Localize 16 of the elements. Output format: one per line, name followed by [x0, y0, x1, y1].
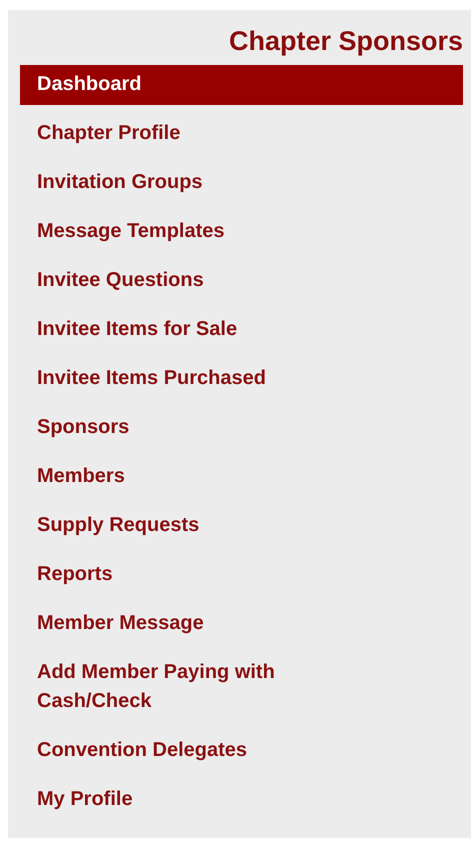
sidebar-item[interactable]: Invitee Items for Sale [20, 305, 463, 354]
sidebar-item[interactable]: My Profile [20, 775, 463, 824]
sidebar-item[interactable]: Invitation Groups [20, 158, 463, 207]
sidebar-item[interactable]: Invitee Questions [20, 256, 463, 305]
sidebar-item[interactable]: Message Templates [20, 207, 463, 256]
sidebar-item[interactable]: Members [20, 452, 463, 501]
sidebar-item[interactable]: Dashboard [20, 65, 463, 105]
sidebar-item[interactable]: Member Message [20, 599, 463, 648]
sidebar-item[interactable]: Supply Requests [20, 501, 463, 550]
sidebar-item[interactable]: Sponsors [20, 403, 463, 452]
sidebar-item[interactable]: Invitee Items Purchased [20, 354, 463, 403]
sidebar-title: Chapter Sponsors [228, 26, 463, 57]
sidebar-item[interactable]: Add Member Paying with Cash/Check [20, 648, 463, 726]
sidebar-item[interactable]: Reports [20, 550, 463, 599]
sidebar-item[interactable]: Chapter Profile [20, 109, 463, 158]
sidebar-item[interactable]: Convention Delegates [20, 726, 463, 775]
